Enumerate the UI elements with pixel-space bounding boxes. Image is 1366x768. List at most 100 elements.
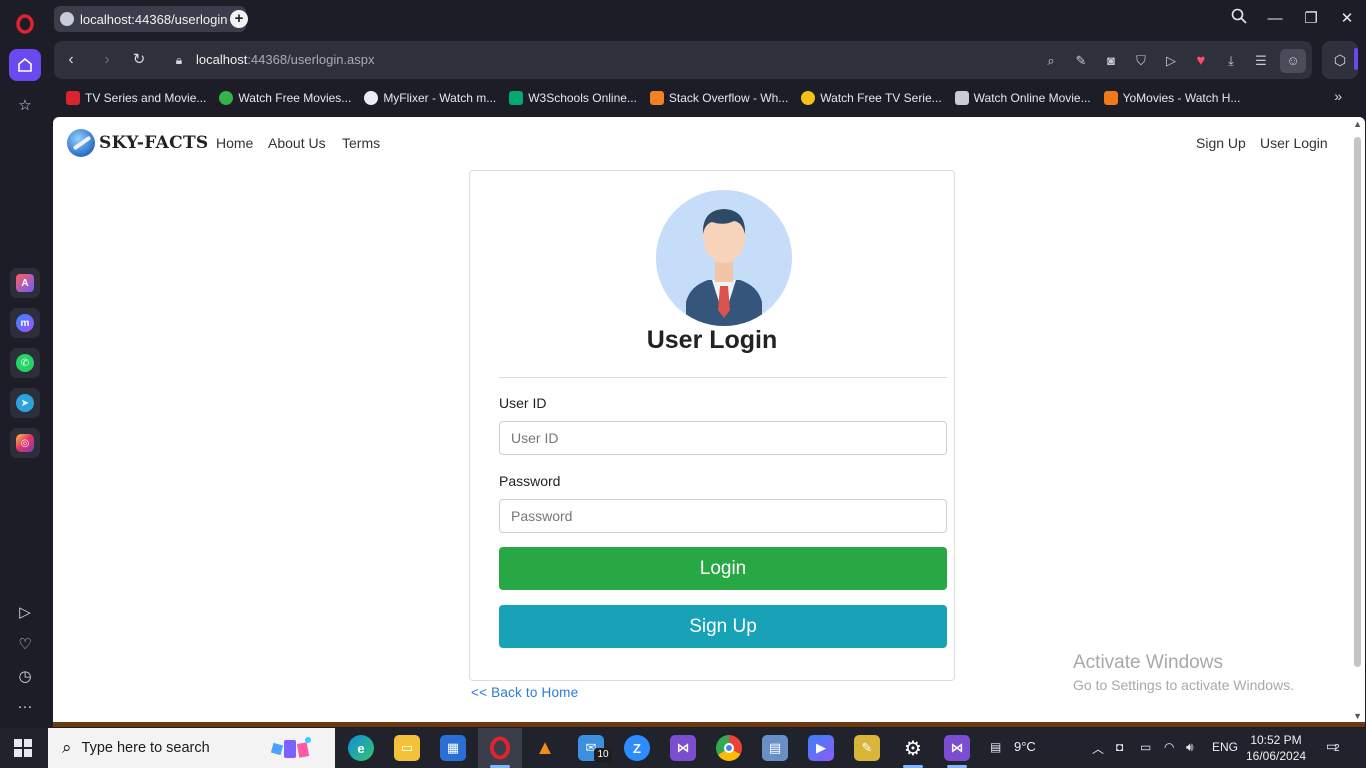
login-card: User Login User ID Password Login Sign U… [469, 170, 955, 681]
signup-button[interactable]: Sign Up [499, 605, 947, 648]
heart-icon[interactable]: ♥ [1192, 53, 1210, 69]
pinboard-heart-icon[interactable]: ♡ [9, 628, 41, 660]
file-explorer-icon[interactable]: ▭ [394, 735, 420, 761]
battery-icon[interactable]: ▭ [1140, 740, 1151, 754]
brand[interactable]: SKY-FACTS [67, 129, 209, 157]
bookmark-favicon-icon [649, 91, 664, 105]
close-icon[interactable]: ✕ [1336, 8, 1358, 30]
clock[interactable]: 10:52 PM 16/06/2024 [1246, 732, 1306, 764]
easy-setup-icon[interactable]: ☰ [1252, 53, 1270, 69]
taskbar: ⌕ Type here to search e ▭ ▦ ▲ ✉ 10 Z ⋈ ▤… [0, 728, 1366, 768]
back-icon[interactable]: ‹ [62, 51, 80, 69]
page-title: User Login [646, 326, 778, 354]
bookmark-item[interactable]: YoMovies - Watch H... [1103, 91, 1241, 105]
network-app-icon[interactable]: ▤ [762, 735, 788, 761]
messenger-icon[interactable]: m [10, 308, 40, 338]
notification-icon[interactable]: ▭ 2 [1326, 739, 1346, 757]
edge-icon[interactable]: e [348, 735, 374, 761]
nav-signup-link[interactable]: Sign Up [1196, 135, 1246, 151]
bookmark-item[interactable]: Watch Free TV Serie... [801, 91, 942, 105]
new-tab-plus-icon[interactable]: + [230, 10, 248, 28]
more-dots-icon[interactable]: ··· [9, 690, 41, 722]
bookmark-label: Stack Overflow - Wh... [668, 91, 789, 105]
camera-tray-icon[interactable]: ◘ [1116, 740, 1123, 754]
restore-icon[interactable]: ❐ [1300, 8, 1322, 30]
camera-icon[interactable]: ◙ [1102, 53, 1120, 69]
address-bar[interactable]: ‹ › ↻ 🔒︎ localhost:44368/userlogin.aspx … [54, 41, 1312, 79]
bookmark-label: MyFlixer - Watch m... [383, 91, 497, 105]
wifi-icon[interactable]: ◠ [1164, 740, 1174, 754]
vlc-icon[interactable]: ▲ [532, 735, 558, 761]
nav-about-link[interactable]: About Us [268, 135, 326, 151]
ms-store-icon[interactable]: ▦ [440, 735, 466, 761]
aria-ai-icon[interactable]: A [10, 268, 40, 298]
bookmark-item[interactable]: Watch Free Movies... [219, 91, 351, 105]
telegram-icon[interactable]: ➤ [10, 388, 40, 418]
notification-count: 2 [1334, 743, 1340, 754]
clock-date: 16/06/2024 [1246, 749, 1307, 763]
bookmark-item[interactable]: Stack Overflow - Wh... [649, 91, 789, 105]
home-icon[interactable] [9, 49, 41, 81]
opera-logo-icon[interactable] [9, 8, 41, 40]
download-icon[interactable]: ⤓ [1222, 53, 1240, 69]
bookmark-label: W3Schools Online... [528, 91, 637, 105]
nav-terms-link[interactable]: Terms [342, 135, 380, 151]
user-id-input[interactable] [499, 421, 947, 455]
bookmark-label: TV Series and Movie... [85, 91, 207, 105]
search-placeholder: Type here to search [81, 740, 210, 756]
extensions-cube-icon[interactable]: ⬡ [1322, 41, 1358, 79]
opera-taskbar-icon[interactable] [487, 735, 513, 761]
paint-tools-icon[interactable]: ✎ [854, 735, 880, 761]
search-page-icon[interactable]: ⌕ [1042, 53, 1060, 69]
nav-user-login-link[interactable]: User Login [1260, 135, 1328, 151]
instagram-icon[interactable]: ◎ [10, 428, 40, 458]
chrome-icon[interactable] [716, 735, 742, 761]
tab-active[interactable]: localhost:44368/userlogin [54, 6, 246, 32]
login-button[interactable]: Login [499, 547, 947, 590]
bookmarks-more-icon[interactable]: » [1334, 88, 1342, 104]
reload-icon[interactable]: ↻ [130, 51, 148, 69]
bookmark-favicon-icon [364, 91, 379, 105]
browser-sidebar: ☆ A m ✆ ➤ ◎ ▷ ♡ ◷ ··· [0, 0, 50, 728]
scroll-down-icon[interactable]: ▼ [1353, 711, 1362, 721]
bookmarks-star-icon[interactable]: ☆ [9, 89, 41, 121]
weather-icon[interactable]: ▤ [990, 740, 1001, 754]
vs-icon[interactable]: ⋈ [670, 735, 696, 761]
url-field[interactable]: localhost:44368/userlogin.aspx [196, 52, 375, 67]
edit-icon[interactable]: ✎ [1072, 53, 1090, 69]
language-indicator[interactable]: ENG [1212, 740, 1238, 754]
bookmark-label: YoMovies - Watch H... [1122, 91, 1241, 105]
send-icon[interactable]: ▷ [1162, 53, 1180, 69]
page-bottom-strip [53, 722, 1365, 727]
minimize-icon[interactable]: — [1264, 8, 1286, 30]
settings-gear-icon[interactable]: ⚙ [900, 735, 926, 761]
tab-strip: localhost:44368/userlogin + — ❐ ✕ [50, 0, 1366, 38]
search-icon: ⌕ [62, 738, 72, 757]
whatsapp-icon[interactable]: ✆ [10, 348, 40, 378]
vs-2-icon[interactable]: ⋈ [944, 735, 970, 761]
power-automate-icon[interactable]: ▶ [808, 735, 834, 761]
weather-temp[interactable]: 9°C [1014, 739, 1036, 754]
scroll-up-icon[interactable]: ▲ [1353, 119, 1362, 129]
profile-icon[interactable]: ☺ [1280, 49, 1306, 73]
tray-chevron-icon[interactable]: ︿ [1092, 740, 1104, 757]
search-tabs-icon[interactable] [1228, 8, 1250, 30]
bookmark-item[interactable]: Watch Online Movie... [954, 91, 1091, 105]
lock-icon: 🔒︎ [175, 53, 183, 67]
shield-icon[interactable]: ⛉ [1132, 53, 1150, 69]
forward-icon[interactable]: › [98, 51, 116, 69]
back-to-home-link[interactable]: << Back to Home [471, 685, 578, 700]
scroll-thumb[interactable] [1354, 137, 1361, 667]
player-icon[interactable]: ▷ [9, 596, 41, 628]
password-input[interactable] [499, 499, 947, 533]
bookmark-item[interactable]: W3Schools Online... [509, 91, 637, 105]
windows-start-icon[interactable] [14, 739, 32, 757]
user-id-label: User ID [499, 395, 547, 411]
scrollbar[interactable]: ▲ ▼ [1351, 117, 1365, 723]
bookmark-item[interactable]: TV Series and Movie... [66, 91, 206, 105]
history-clock-icon[interactable]: ◷ [9, 660, 41, 692]
bookmark-item[interactable]: MyFlixer - Watch m... [364, 91, 496, 105]
nav-home-link[interactable]: Home [216, 135, 253, 151]
zoom-icon[interactable]: Z [624, 735, 650, 761]
volume-icon[interactable]: 🔊︎ [1186, 740, 1194, 755]
